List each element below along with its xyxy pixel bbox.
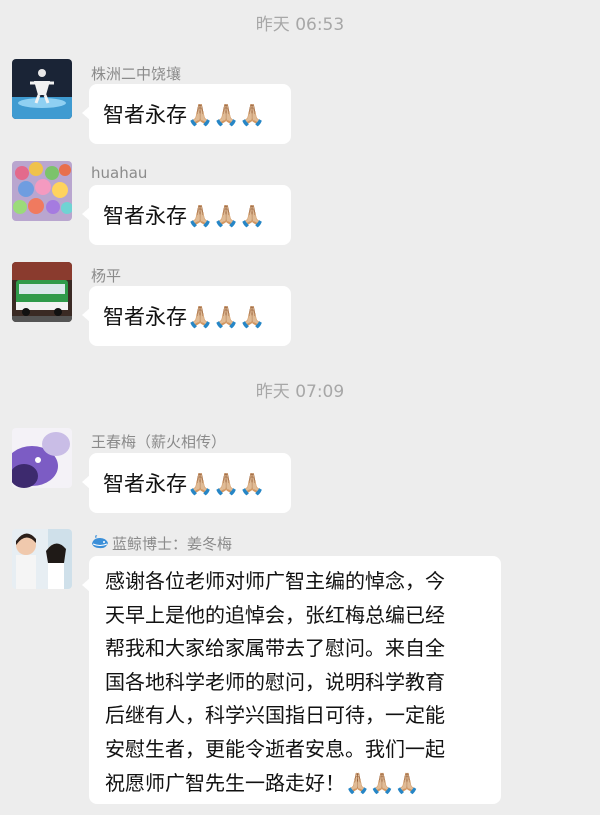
message-line: 祝愿师广智先生一路走好！🙏🏼🙏🏼🙏🏼	[105, 770, 420, 795]
message-line: 天早上是他的追悼会，张红梅总编已经	[105, 602, 445, 627]
message-line: 后继有人，科学兴国指日可待，一定能	[105, 703, 445, 728]
avatar[interactable]	[12, 59, 72, 119]
message-bubble[interactable]: 智者永存🙏🏼🙏🏼🙏🏼	[82, 84, 291, 144]
avatar[interactable]	[12, 262, 72, 322]
message-bubble[interactable]: 智者永存🙏🏼🙏🏼🙏🏼	[82, 286, 291, 346]
sender-name: huahau	[91, 164, 148, 182]
avatar[interactable]	[12, 161, 72, 221]
message-line: 帮我和大家给家属带去了慰问。来自全	[105, 636, 445, 661]
message-bubble[interactable]: 感谢各位老师对师广智主编的悼念，今 天早上是他的追悼会，张红梅总编已经 帮我和大…	[82, 556, 501, 804]
message-line: 感谢各位老师对师广智主编的悼念，今	[105, 569, 445, 593]
sender-name: 株洲二中饶壤	[91, 65, 182, 83]
message-text: 智者永存🙏🏼🙏🏼🙏🏼	[103, 204, 266, 228]
avatar[interactable]	[12, 428, 72, 488]
message-text: 智者永存🙏🏼🙏🏼🙏🏼	[103, 305, 266, 329]
avatar[interactable]	[12, 529, 72, 589]
message-line: 国各地科学老师的慰问，说明科学教育	[105, 669, 445, 694]
sender-name: 杨平	[91, 267, 122, 285]
timestamp: 昨天 07:09	[255, 382, 345, 402]
sender-name-text: 蓝鲸博士：姜冬梅	[112, 535, 233, 553]
message-text: 智者永存🙏🏼🙏🏼🙏🏼	[103, 472, 266, 496]
message-bubble[interactable]: 智者永存🙏🏼🙏🏼🙏🏼	[82, 453, 291, 513]
whale-icon	[92, 535, 108, 549]
timestamp: 昨天 06:53	[255, 15, 345, 35]
message-text: 智者永存🙏🏼🙏🏼🙏🏼	[103, 103, 266, 127]
message-bubble[interactable]: 智者永存🙏🏼🙏🏼🙏🏼	[82, 185, 291, 245]
message-line: 安慰生者，更能令逝者安息。我们一起	[105, 736, 445, 761]
sender-name: 王春梅（薪火相传）	[91, 433, 227, 451]
sender-name: 蓝鲸博士：姜冬梅	[91, 533, 232, 554]
